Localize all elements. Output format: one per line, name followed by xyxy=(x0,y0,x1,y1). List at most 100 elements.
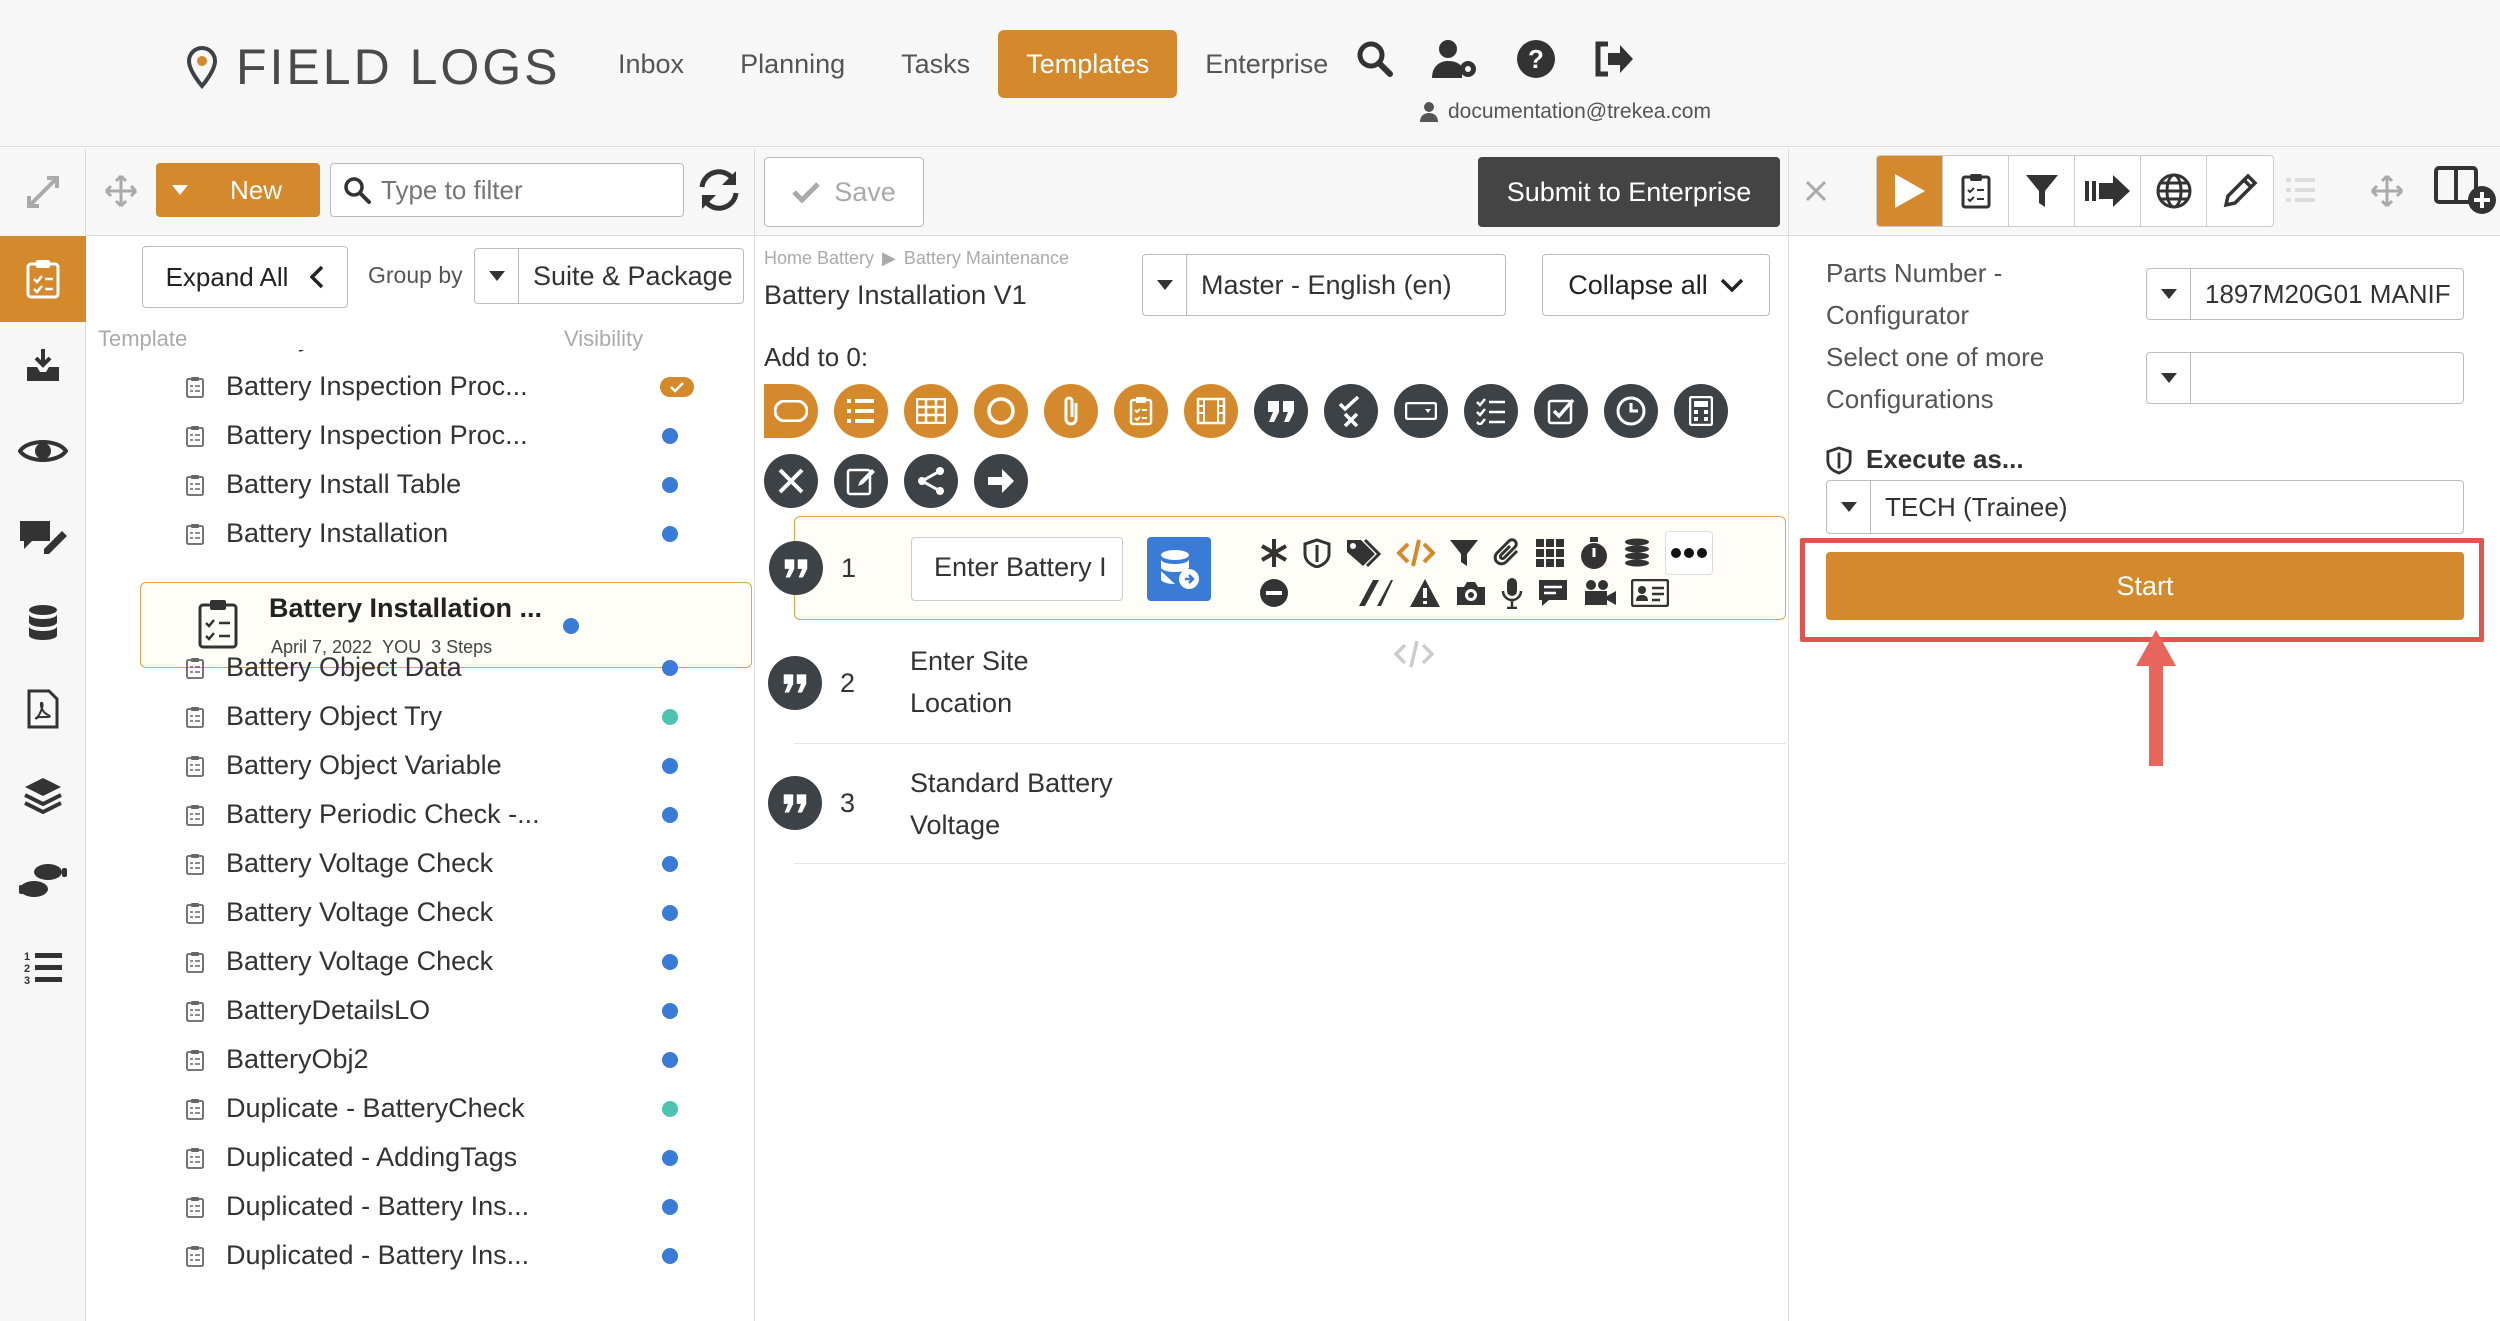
stopwatch-icon[interactable] xyxy=(1579,536,1609,570)
template-row[interactable]: Battery Voltage Check xyxy=(186,888,746,937)
table-step-icon[interactable] xyxy=(904,384,958,438)
filter-icon[interactable] xyxy=(1449,538,1479,568)
video-camera-icon[interactable] xyxy=(1583,579,1617,607)
parts-number-select[interactable]: 1897M20G01 MANIF xyxy=(2146,268,2464,320)
more-options-button[interactable] xyxy=(1665,531,1713,575)
list-step-icon[interactable] xyxy=(834,384,888,438)
configurations-select[interactable] xyxy=(2146,352,2464,404)
dropdown-step-icon[interactable] xyxy=(1394,384,1448,438)
arrow-right-step-icon[interactable] xyxy=(974,454,1028,508)
video-step-icon[interactable] xyxy=(1184,384,1238,438)
filter-box[interactable] xyxy=(330,163,684,217)
play-tool[interactable] xyxy=(1877,156,1943,226)
asterisk-icon[interactable] xyxy=(1259,538,1289,568)
template-row[interactable]: Battery Periodic Check -... xyxy=(186,790,746,839)
help-icon[interactable]: ? xyxy=(1516,39,1556,79)
step-row-3[interactable]: 3 Standard Battery Voltage xyxy=(768,744,1786,864)
breadcrumb-item[interactable]: Home Battery xyxy=(764,248,874,269)
move-icon[interactable] xyxy=(2370,174,2404,208)
nav-inbox[interactable]: Inbox xyxy=(590,30,712,98)
step-row-1[interactable]: 1 Enter Battery I xyxy=(769,516,1786,620)
step-row-2[interactable]: 2 Enter Site Location xyxy=(768,620,1786,744)
flow-tool[interactable] xyxy=(2075,156,2141,226)
filter-input[interactable] xyxy=(381,174,671,206)
template-row[interactable]: BatteryDetailsLO xyxy=(186,986,746,1035)
checkbox-step-icon[interactable] xyxy=(1534,384,1588,438)
template-row[interactable]: Duplicated - Battery Ins... xyxy=(186,1182,746,1231)
breadcrumb-item[interactable]: Battery Maintenance xyxy=(904,248,1069,269)
template-row[interactable]: Battery Inspection Proc... xyxy=(186,362,746,411)
attachment-step-icon[interactable] xyxy=(1044,384,1098,438)
nav-planning[interactable]: Planning xyxy=(712,30,873,98)
coins-icon[interactable] xyxy=(1623,538,1651,568)
rail-pdf[interactable] xyxy=(0,666,86,752)
tags-icon[interactable] xyxy=(1345,538,1383,568)
rail-steps[interactable] xyxy=(0,838,86,924)
template-row[interactable]: Battery Object Try xyxy=(186,692,746,741)
checklist-tool[interactable] xyxy=(1943,156,2009,226)
toggle-step-icon[interactable] xyxy=(764,384,818,438)
template-row[interactable]: BatteryObj2 xyxy=(186,1035,746,1084)
group-by-select[interactable]: Suite & Package xyxy=(474,248,744,304)
list-icon[interactable] xyxy=(2286,177,2316,203)
add-panel-icon[interactable] xyxy=(2434,164,2498,216)
microphone-icon[interactable] xyxy=(1501,577,1523,609)
tools-step-icon[interactable] xyxy=(764,454,818,508)
globe-tool[interactable] xyxy=(2141,156,2207,226)
grid-icon[interactable] xyxy=(1535,538,1565,568)
template-row[interactable]: Battery Information - LO xyxy=(186,350,746,362)
refresh-icon[interactable] xyxy=(696,169,742,211)
road-icon[interactable] xyxy=(1357,578,1395,608)
template-row[interactable]: Battery Object Data xyxy=(186,643,746,692)
minus-circle-icon[interactable] xyxy=(1259,578,1289,608)
user-settings-icon[interactable] xyxy=(1430,38,1480,80)
template-row[interactable]: Duplicated - AddingTags xyxy=(186,1133,746,1182)
calculator-step-icon[interactable] xyxy=(1674,384,1728,438)
start-button[interactable]: Start xyxy=(1826,552,2464,620)
warning-icon[interactable] xyxy=(1409,578,1441,608)
filter-tool[interactable] xyxy=(2009,156,2075,226)
template-row[interactable]: Duplicate - BatteryCheck xyxy=(186,1084,746,1133)
camera-icon[interactable] xyxy=(1455,579,1487,607)
rail-list[interactable]: 123 xyxy=(0,924,86,1010)
multi-check-step-icon[interactable] xyxy=(1464,384,1518,438)
step-text-input[interactable]: Enter Battery I xyxy=(911,537,1123,601)
nav-enterprise[interactable]: Enterprise xyxy=(1177,30,1356,98)
submit-enterprise-button[interactable]: Submit to Enterprise xyxy=(1478,157,1780,227)
rail-view[interactable] xyxy=(0,408,86,494)
language-select[interactable]: Master - English (en) xyxy=(1142,254,1506,316)
template-row[interactable]: Duplicated - Battery Ins... xyxy=(186,1231,746,1280)
search-icon[interactable] xyxy=(1356,40,1394,78)
database-link-button[interactable] xyxy=(1147,537,1211,601)
nav-tasks[interactable]: Tasks xyxy=(873,30,998,98)
id-card-icon[interactable] xyxy=(1631,579,1669,607)
collapse-all-button[interactable]: Collapse all xyxy=(1542,254,1770,316)
expand-all-button[interactable]: Expand All xyxy=(142,246,348,308)
paperclip-icon[interactable] xyxy=(1493,538,1521,568)
new-button[interactable]: New xyxy=(156,163,320,217)
template-row[interactable]: Battery Voltage Check xyxy=(186,937,746,986)
rail-comments[interactable] xyxy=(0,494,86,580)
rail-layers[interactable] xyxy=(0,752,86,838)
rail-database[interactable] xyxy=(0,580,86,666)
checklist-step-icon[interactable] xyxy=(1114,384,1168,438)
quote-step-icon[interactable] xyxy=(1254,384,1308,438)
template-row[interactable]: Battery Inspection Proc... xyxy=(186,411,746,460)
rail-expand[interactable] xyxy=(0,148,86,236)
template-row[interactable]: Battery Install Table xyxy=(186,460,746,509)
rail-templates[interactable] xyxy=(0,236,86,322)
code-icon[interactable] xyxy=(1397,538,1435,568)
template-row[interactable]: Battery Object Variable xyxy=(186,741,746,790)
app-logo[interactable]: FIELD LOGS xyxy=(182,38,561,96)
edit-step-icon[interactable] xyxy=(834,454,888,508)
move-icon[interactable] xyxy=(104,174,138,208)
radio-step-icon[interactable] xyxy=(974,384,1028,438)
shield-icon[interactable] xyxy=(1303,538,1331,568)
close-icon[interactable] xyxy=(1805,180,1827,202)
template-row[interactable]: Battery Voltage Check xyxy=(186,839,746,888)
clock-step-icon[interactable] xyxy=(1604,384,1658,438)
comment-icon[interactable] xyxy=(1537,578,1569,608)
template-row[interactable]: Battery Installation xyxy=(186,509,746,558)
check-cross-step-icon[interactable] xyxy=(1324,384,1378,438)
branch-step-icon[interactable] xyxy=(904,454,958,508)
